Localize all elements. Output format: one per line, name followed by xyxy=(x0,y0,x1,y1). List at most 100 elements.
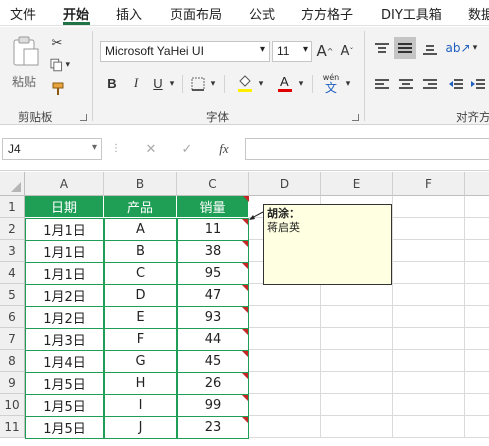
increase-font-icon[interactable]: A ^ xyxy=(316,41,334,61)
decrease-indent-icon[interactable] xyxy=(448,77,464,91)
row-header[interactable]: 7 xyxy=(0,328,25,350)
table-cell[interactable]: 1月1日 xyxy=(25,240,104,263)
table-cell[interactable]: H xyxy=(104,372,177,395)
name-box[interactable]: J4 ▾ xyxy=(2,138,102,160)
align-middle-icon[interactable] xyxy=(394,37,416,59)
table-cell[interactable]: C xyxy=(104,262,177,285)
decrease-font-icon[interactable]: Aˇ xyxy=(338,41,356,61)
empty-cell[interactable] xyxy=(321,328,393,350)
column-header-e[interactable]: E xyxy=(321,172,393,196)
border-icon[interactable] xyxy=(190,75,206,93)
empty-cell[interactable] xyxy=(249,372,321,394)
empty-cell[interactable] xyxy=(249,350,321,372)
table-cell[interactable]: G xyxy=(104,350,177,373)
worksheet-grid[interactable]: A B C D E F 1 2 3 4 5 6 7 8 9 10 11 日期 产品… xyxy=(0,172,489,446)
empty-cell[interactable] xyxy=(321,394,393,416)
bold-button[interactable]: B xyxy=(104,73,120,93)
tab-file[interactable]: 文件 xyxy=(10,4,36,23)
table-cell[interactable]: 11 xyxy=(177,218,249,241)
chevron-down-icon[interactable]: ▾ xyxy=(343,75,353,93)
tab-insert[interactable]: 插入 xyxy=(116,4,142,23)
empty-cell[interactable] xyxy=(249,328,321,350)
column-header-d[interactable]: D xyxy=(249,172,321,196)
clipboard-launcher-icon[interactable] xyxy=(80,114,87,121)
chevron-down-icon[interactable]: ▾ xyxy=(470,39,480,57)
align-top-icon[interactable] xyxy=(374,41,390,55)
table-cell[interactable]: F xyxy=(104,328,177,351)
table-cell[interactable]: E xyxy=(104,306,177,329)
row-header[interactable]: 1 xyxy=(0,196,25,218)
column-header-g[interactable] xyxy=(465,172,489,196)
table-cell[interactable]: 99 xyxy=(177,394,249,417)
table-cell[interactable]: 47 xyxy=(177,284,249,307)
column-header-b[interactable]: B xyxy=(104,172,177,196)
table-header-cell[interactable]: 产品 xyxy=(104,196,177,218)
tab-formulas[interactable]: 公式 xyxy=(249,4,275,23)
font-launcher-icon[interactable] xyxy=(352,114,359,121)
table-cell[interactable]: 1月2日 xyxy=(25,306,104,329)
font-size-select[interactable]: 11 ▾ xyxy=(272,41,312,62)
empty-cell[interactable] xyxy=(393,416,465,438)
tab-home[interactable]: 开始 xyxy=(63,4,89,23)
cancel-edit-button[interactable]: ✕ xyxy=(140,139,162,159)
empty-cell[interactable] xyxy=(249,416,321,438)
empty-cell[interactable] xyxy=(465,240,489,262)
font-name-select[interactable]: Microsoft YaHei UI ▾ xyxy=(100,41,270,62)
empty-cell[interactable] xyxy=(465,306,489,328)
column-header-f[interactable]: F xyxy=(393,172,465,196)
empty-cell[interactable] xyxy=(465,350,489,372)
table-cell[interactable]: I xyxy=(104,394,177,417)
chevron-down-icon[interactable]: ▾ xyxy=(256,75,266,93)
align-left-icon[interactable] xyxy=(374,77,390,91)
table-header-cell[interactable]: 日期 xyxy=(25,196,104,218)
row-header[interactable]: 6 xyxy=(0,306,25,328)
empty-cell[interactable] xyxy=(393,218,465,240)
empty-cell[interactable] xyxy=(393,372,465,394)
table-cell[interactable]: 45 xyxy=(177,350,249,373)
table-cell[interactable]: 1月4日 xyxy=(25,350,104,373)
table-cell[interactable]: 1月5日 xyxy=(25,372,104,395)
cut-icon[interactable]: ✂ xyxy=(50,35,64,51)
table-cell[interactable]: A xyxy=(104,218,177,241)
table-cell[interactable]: D xyxy=(104,284,177,307)
empty-cell[interactable] xyxy=(465,416,489,438)
table-header-cell[interactable]: 销量 xyxy=(177,196,249,218)
empty-cell[interactable] xyxy=(393,284,465,306)
paste-button[interactable]: 粘贴 xyxy=(8,33,42,91)
table-cell[interactable]: 26 xyxy=(177,372,249,395)
empty-cell[interactable] xyxy=(393,350,465,372)
row-header[interactable]: 4 xyxy=(0,262,25,284)
row-header[interactable]: 10 xyxy=(0,394,25,416)
table-cell[interactable]: 38 xyxy=(177,240,249,263)
table-cell[interactable]: 23 xyxy=(177,416,249,439)
empty-cell[interactable] xyxy=(465,284,489,306)
row-header[interactable]: 9 xyxy=(0,372,25,394)
italic-button[interactable]: I xyxy=(128,73,144,93)
row-header[interactable]: 8 xyxy=(0,350,25,372)
empty-cell[interactable] xyxy=(465,196,489,218)
empty-cell[interactable] xyxy=(393,240,465,262)
align-bottom-icon[interactable] xyxy=(422,41,438,55)
select-all-corner[interactable] xyxy=(0,172,25,196)
chevron-down-icon[interactable]: ▾ xyxy=(208,75,218,93)
insert-function-button[interactable]: fx xyxy=(213,139,235,159)
underline-button[interactable]: U xyxy=(150,73,166,93)
table-cell[interactable]: 1月1日 xyxy=(25,262,104,285)
confirm-edit-button[interactable]: ✓ xyxy=(176,139,198,159)
format-painter-icon[interactable] xyxy=(50,81,66,97)
orientation-icon[interactable]: ab↗ xyxy=(445,39,470,57)
empty-cell[interactable] xyxy=(393,328,465,350)
column-header-a[interactable]: A xyxy=(25,172,104,196)
row-header[interactable]: 11 xyxy=(0,416,25,438)
empty-cell[interactable] xyxy=(465,328,489,350)
empty-cell[interactable] xyxy=(321,306,393,328)
tab-data[interactable]: 数据 xyxy=(468,4,489,23)
table-cell[interactable]: 95 xyxy=(177,262,249,285)
table-cell[interactable]: 44 xyxy=(177,328,249,351)
table-cell[interactable]: J xyxy=(104,416,177,439)
copy-icon[interactable]: ▾ xyxy=(50,57,70,73)
table-cell[interactable]: 1月3日 xyxy=(25,328,104,351)
cell-comment[interactable]: 胡涂： 蒋启英 xyxy=(263,204,392,285)
chevron-down-icon[interactable]: ▾ xyxy=(296,75,306,93)
empty-cell[interactable] xyxy=(393,262,465,284)
